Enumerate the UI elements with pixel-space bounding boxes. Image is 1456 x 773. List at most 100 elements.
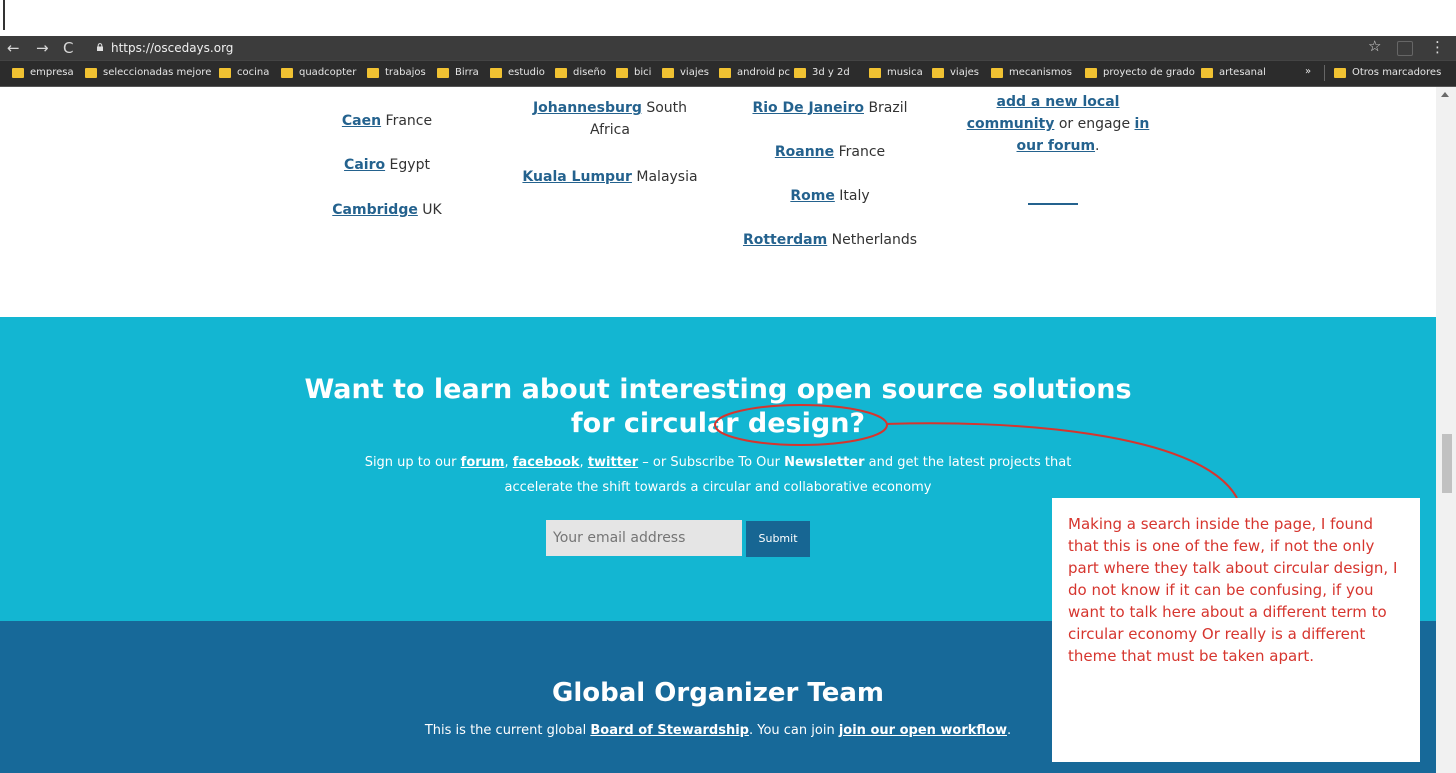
city-link[interactable]: Cairo <box>344 157 385 173</box>
bookmark-item[interactable]: viajes <box>662 66 709 80</box>
city-link[interactable]: Rotterdam <box>743 232 827 248</box>
city-roanne: Roanne France <box>740 141 920 163</box>
bookmark-label: bici <box>634 67 652 78</box>
city-country: France <box>838 144 886 160</box>
city-link[interactable]: Caen <box>342 113 381 129</box>
cta-text-line1: Sign up to our forum, facebook, twitter … <box>0 452 1436 474</box>
annotation-note: Making a search inside the page, I found… <box>1052 498 1420 762</box>
city-country: South <box>646 100 688 116</box>
bookmark-item[interactable]: diseño <box>555 66 606 80</box>
city-country: Brazil <box>868 100 908 116</box>
city-country: France <box>385 113 433 129</box>
newsletter-text: Newsletter <box>784 455 865 470</box>
cta-text: and get the latest projects that <box>868 455 1072 470</box>
bookmark-item[interactable]: trabajos <box>367 66 426 80</box>
scroll-thumb[interactable] <box>1442 434 1452 493</box>
bookmark-item[interactable]: mecanismos <box>991 66 1072 80</box>
forum-link[interactable]: in <box>1135 116 1150 132</box>
bookmark-item[interactable]: android pc <box>719 66 790 80</box>
cta-heading-line2: for circular design? <box>570 408 866 439</box>
folder-icon <box>1334 68 1346 78</box>
extension-icon[interactable] <box>1397 41 1413 56</box>
bookmark-label: seleccionadas mejore <box>103 67 212 78</box>
period-text: . <box>1095 138 1100 154</box>
workflow-link[interactable]: join our open workflow <box>839 723 1007 738</box>
forward-icon[interactable]: → <box>36 38 49 58</box>
folder-icon <box>616 68 628 78</box>
reload-icon[interactable]: C <box>63 38 73 58</box>
city-link[interactable]: Roanne <box>775 144 834 160</box>
city-link[interactable]: Kuala Lumpur <box>522 169 632 185</box>
bookmark-label: estudio <box>508 67 545 78</box>
city-link[interactable]: Johannesburg <box>533 100 642 116</box>
cta-text-line2: accelerate the shift towards a circular … <box>504 480 932 495</box>
folder-icon <box>367 68 379 78</box>
email-input[interactable] <box>546 520 742 556</box>
bookmark-label: Otros marcadores <box>1352 67 1442 78</box>
bookmark-item[interactable]: cocina <box>219 66 269 80</box>
bookmarks-overflow-icon[interactable]: » <box>1305 66 1311 77</box>
city-link[interactable]: Rome <box>790 188 834 204</box>
bookmark-label: diseño <box>573 67 606 78</box>
bookmark-item[interactable]: artesanal <box>1201 66 1266 80</box>
folder-icon <box>719 68 731 78</box>
bookmark-item[interactable]: empresa <box>12 66 74 80</box>
bookmarks-bar: empresa seleccionadas mejore cocina quadcop… <box>0 60 1456 87</box>
bookmark-item[interactable]: musica <box>869 66 923 80</box>
folder-icon <box>437 68 449 78</box>
bookmark-item[interactable]: 3d y 2d <box>794 66 850 80</box>
bookmark-label: Birra <box>455 67 479 78</box>
city-link[interactable]: Cambridge <box>332 202 418 218</box>
scroll-up-icon[interactable] <box>1441 92 1449 97</box>
star-icon[interactable]: ☆ <box>1368 37 1381 55</box>
bookmark-label: proyecto de grado <box>1103 67 1195 78</box>
bookmark-item[interactable]: Birra <box>437 66 479 80</box>
add-community-link[interactable]: community <box>967 116 1055 132</box>
add-community-link[interactable]: add a new local <box>997 94 1120 110</box>
lock-icon <box>97 43 103 51</box>
back-icon[interactable]: ← <box>7 38 20 58</box>
cursor-mark <box>3 0 5 30</box>
comma: , <box>504 455 509 470</box>
folder-icon <box>555 68 567 78</box>
twitter-link[interactable]: twitter <box>588 455 638 470</box>
bookmark-other[interactable]: Otros marcadores <box>1334 66 1441 80</box>
bookmark-item[interactable]: estudio <box>490 66 545 80</box>
link-underline[interactable] <box>1028 203 1078 205</box>
address-bar[interactable]: https://oscedays.org <box>111 39 233 57</box>
bookmark-item[interactable]: bici <box>616 66 651 80</box>
bookmark-label: musica <box>887 67 923 78</box>
cta-text: – or Subscribe To Our <box>642 455 780 470</box>
bookmark-item[interactable]: quadcopter <box>281 66 356 80</box>
city-johannesburg: Johannesburg South Africa <box>512 97 708 141</box>
facebook-link[interactable]: facebook <box>513 455 580 470</box>
city-link[interactable]: Rio De Janeiro <box>752 100 864 116</box>
bookmark-item[interactable]: viajes <box>932 66 979 80</box>
city-cambridge: Cambridge UK <box>317 199 457 221</box>
bookmark-label: viajes <box>950 67 979 78</box>
city-country: Italy <box>839 188 870 204</box>
folder-icon <box>281 68 293 78</box>
cta-text: Sign up to our <box>364 455 457 470</box>
add-community-text: add a new local community or engage in o… <box>950 91 1166 157</box>
scrollbar[interactable] <box>1436 87 1456 773</box>
bookmark-label: android pc <box>737 67 790 78</box>
folder-icon <box>219 68 231 78</box>
menu-icon[interactable]: ⋮ <box>1430 38 1445 56</box>
city-country: Egypt <box>389 157 430 173</box>
team-text-part: This is the current global <box>424 723 587 738</box>
forum-link[interactable]: forum <box>461 455 505 470</box>
board-link[interactable]: Board of Stewardship <box>590 723 749 738</box>
city-rotterdam: Rotterdam Netherlands <box>730 229 930 251</box>
bookmark-label: cocina <box>237 67 270 78</box>
folder-icon <box>12 68 24 78</box>
bookmark-item[interactable]: proyecto de grado <box>1085 66 1195 80</box>
folder-icon <box>991 68 1003 78</box>
forum-link[interactable]: our forum <box>1017 138 1096 154</box>
folder-icon <box>794 68 806 78</box>
submit-button[interactable]: Submit <box>746 521 810 557</box>
engage-text: or engage <box>1058 116 1131 132</box>
city-cairo: Cairo Egypt <box>317 154 457 176</box>
bookmark-item[interactable]: seleccionadas mejore <box>85 66 211 80</box>
bookmark-label: artesanal <box>1219 67 1266 78</box>
